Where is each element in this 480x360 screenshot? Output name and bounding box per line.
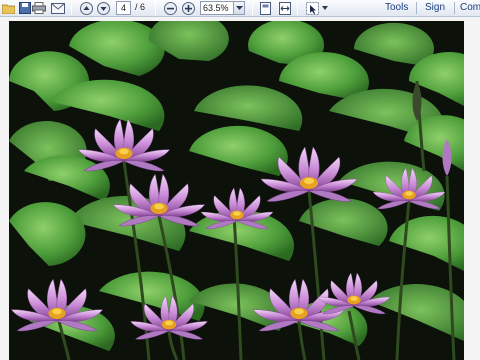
page-up-icon[interactable] bbox=[78, 1, 94, 15]
menu-divider bbox=[416, 2, 417, 14]
fit-page-icon[interactable] bbox=[257, 1, 273, 15]
menu-divider bbox=[454, 2, 455, 14]
fit-width-icon[interactable] bbox=[277, 1, 293, 15]
water-lily-photo bbox=[9, 21, 464, 360]
toolbar-separator bbox=[155, 1, 156, 15]
document-viewer[interactable] bbox=[0, 17, 480, 360]
email-icon[interactable] bbox=[50, 1, 66, 15]
page-total-label: / 6 bbox=[135, 2, 146, 12]
zoom-out-icon[interactable] bbox=[162, 1, 178, 15]
page-down-icon[interactable] bbox=[95, 1, 111, 15]
print-icon[interactable] bbox=[31, 1, 47, 15]
folder-icon[interactable] bbox=[0, 1, 16, 15]
toolbar-separator bbox=[252, 1, 253, 15]
select-tool-icon[interactable] bbox=[305, 1, 321, 15]
document-page-photo bbox=[9, 21, 464, 360]
menu-comment[interactable]: Com bbox=[460, 2, 480, 13]
zoom-dropdown-icon[interactable] bbox=[234, 1, 245, 15]
zoom-level-input[interactable]: 63.5% bbox=[200, 1, 234, 15]
toolbar-separator bbox=[71, 1, 72, 15]
toolbar-separator bbox=[297, 1, 298, 15]
pdf-toolbar: 4 / 6 63.5% Tools Sign Com bbox=[0, 0, 480, 17]
page-number-input[interactable]: 4 bbox=[116, 1, 131, 15]
menu-sign[interactable]: Sign bbox=[425, 2, 445, 13]
select-dropdown-icon[interactable] bbox=[320, 1, 330, 15]
zoom-in-icon[interactable] bbox=[180, 1, 196, 15]
menu-tools[interactable]: Tools bbox=[385, 2, 408, 13]
